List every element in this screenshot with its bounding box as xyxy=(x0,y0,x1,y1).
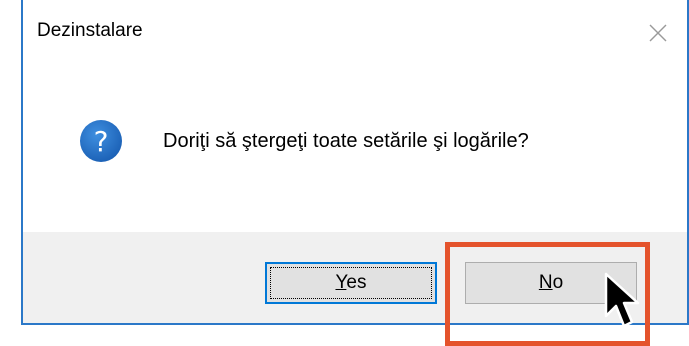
button-bar: Yes No xyxy=(23,232,687,323)
dialog-message: Doriţi să ştergeţi toate setările şi log… xyxy=(163,130,529,152)
dialog-content: ? Doriţi să ştergeţi toate setările şi l… xyxy=(23,66,687,232)
message-dialog: Dezinstalare ? Doriţi să ştergeţi toate … xyxy=(21,0,689,325)
title-bar: Dezinstalare xyxy=(23,0,687,66)
yes-button-label: Yes xyxy=(335,272,367,293)
question-icon: ? xyxy=(80,120,122,162)
yes-button[interactable]: Yes xyxy=(265,262,437,304)
no-button[interactable]: No xyxy=(465,262,637,304)
svg-text:?: ? xyxy=(94,125,109,158)
screenshot: Dezinstalare ? Doriţi să ştergeţi toate … xyxy=(0,0,689,346)
close-button[interactable] xyxy=(643,18,673,48)
no-button-label: No xyxy=(538,272,564,293)
dialog-title: Dezinstalare xyxy=(37,20,143,41)
close-icon xyxy=(649,24,667,42)
